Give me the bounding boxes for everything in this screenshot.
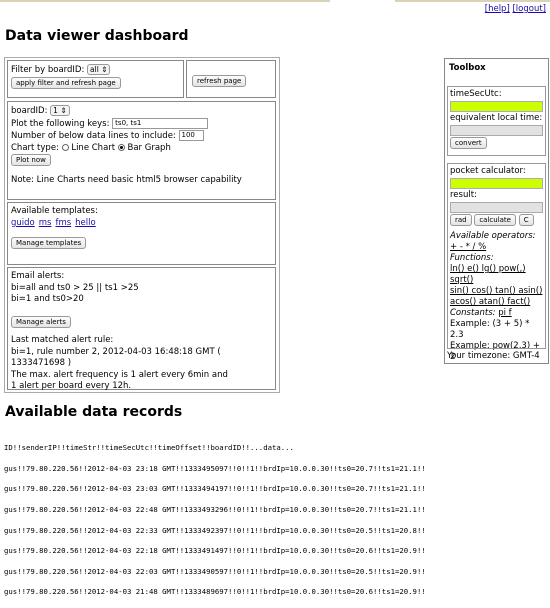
board-id-value: 1	[53, 106, 58, 115]
constants-value: pi f	[498, 308, 512, 318]
example-1: Example: (3 + 5) * 2.3	[450, 319, 530, 340]
time-sec-label: timeSecUtc:	[450, 89, 502, 99]
alerts-panel: Email alerts: bi=all and ts0 > 25 || ts1…	[7, 267, 276, 391]
record-row: gus!!79.80.220.56!!2012-04-03 22:18 GMT!…	[4, 546, 426, 556]
filter-label: Filter by boardID:	[11, 65, 85, 75]
top-divider-right	[395, 0, 550, 2]
html5-note: Note: Line Charts need basic html5 brows…	[11, 174, 242, 185]
alert-rule-2: bi=1 and ts0>20	[11, 294, 84, 304]
bar-graph-label: Bar Graph	[127, 142, 171, 153]
calculate-button[interactable]: calculate	[474, 214, 516, 226]
line-chart-label: Line Chart	[71, 142, 116, 153]
functions-line-1: ln() e() lg() pow(,) sqrt()	[450, 264, 526, 285]
refresh-page-button[interactable]: refresh page	[192, 75, 247, 87]
record-row: gus!!79.80.220.56!!2012-04-03 23:03 GMT!…	[4, 484, 426, 494]
toolbox-title: Toolbox	[449, 63, 486, 73]
operators-value: + - * / %	[450, 242, 487, 252]
manage-templates-button[interactable]: Manage templates	[11, 237, 87, 249]
template-link-hello[interactable]: hello	[75, 218, 96, 228]
functions-label: Functions:	[450, 253, 494, 263]
alert-rule-1: bi=all and ts0 > 25 || ts1 >25	[11, 282, 139, 293]
bar-graph-radio[interactable]	[117, 143, 125, 151]
controls-container: Filter by boardID: all ⇕ apply filter an…	[4, 57, 280, 393]
record-row: gus!!79.80.220.56!!2012-04-03 23:18 GMT!…	[4, 463, 426, 473]
help-link[interactable]: [help]	[485, 4, 510, 14]
logout-link[interactable]: [logout]	[512, 4, 546, 14]
records-list: ID!!senderIP!!timeStr!!timeSecUtc!!timeO…	[4, 433, 550, 608]
record-row: gus!!79.80.220.56!!2012-04-03 21:48 GMT!…	[4, 587, 426, 597]
alerts-label: Email alerts:	[11, 271, 65, 281]
operators-label: Available operators:	[450, 231, 536, 241]
template-link-fms[interactable]: fms	[55, 218, 71, 228]
local-time-label: equivalent local time:	[450, 113, 543, 123]
convert-button[interactable]: convert	[450, 137, 487, 149]
templates-label: Available templates:	[11, 206, 98, 216]
local-time-output	[450, 125, 543, 136]
manage-alerts-button[interactable]: Manage alerts	[11, 315, 71, 328]
calculator-label: pocket calculator:	[450, 166, 526, 176]
time-converter: timeSecUtc: equivalent local time: conve…	[447, 86, 546, 156]
records-title: Available data records	[5, 404, 183, 420]
functions-line-3: acos() atan() fact()	[450, 297, 531, 307]
lines-label: Number of below data lines to include:	[11, 131, 176, 141]
board-filter-value: all	[90, 65, 99, 74]
templates-panel: Available templates: guido ms fms hello Man…	[7, 202, 276, 265]
toolbox: Toolbox timeSecUtc: equivalent local tim…	[444, 58, 549, 364]
timezone-display: Your timezone: GMT-4	[447, 348, 546, 361]
top-links: [help] [logout]	[485, 4, 546, 14]
constants-label: Constants:	[450, 308, 496, 318]
plot-now-button[interactable]: Plot now	[11, 154, 51, 166]
refresh-panel: refresh page	[186, 60, 276, 98]
result-label: result:	[450, 190, 477, 200]
clear-button[interactable]: C	[518, 214, 534, 226]
calculator-input[interactable]	[450, 178, 543, 189]
apply-filter-button[interactable]: apply filter and refresh page	[11, 76, 121, 89]
plot-panel: boardID: 1 ⇕ Plot the following keys: ts…	[7, 101, 276, 200]
functions-line-2: sin() cos() tan() asin()	[450, 286, 543, 296]
board-filter-select[interactable]: all ⇕	[87, 64, 111, 75]
line-chart-radio[interactable]	[61, 143, 69, 151]
last-alert-value: bi=1, rule number 2, 2012-04-03 16:48:18…	[11, 346, 221, 369]
lines-input[interactable]: 100	[178, 130, 204, 141]
pocket-calculator: pocket calculator: result: rad calculate…	[447, 163, 546, 362]
top-divider	[0, 0, 330, 2]
alert-frequency-2: 1 alert per board every 12h.	[11, 381, 132, 391]
rad-button[interactable]: rad	[450, 214, 472, 226]
alert-frequency-1: The max. alert frequency is 1 alert ever…	[11, 369, 228, 380]
keys-label: Plot the following keys:	[11, 118, 110, 129]
template-link-ms[interactable]: ms	[39, 218, 52, 228]
page-title: Data viewer dashboard	[5, 28, 189, 44]
records-header: ID!!senderIP!!timeStr!!timeSecUtc!!timeO…	[4, 443, 294, 453]
chart-type-label: Chart type:	[11, 142, 59, 153]
result-output	[450, 202, 543, 213]
record-row: gus!!79.80.220.56!!2012-04-03 22:33 GMT!…	[4, 525, 426, 535]
template-link-guido[interactable]: guido	[11, 218, 35, 228]
board-id-label: boardID:	[11, 106, 48, 116]
board-id-select[interactable]: 1 ⇕	[50, 105, 70, 116]
keys-input[interactable]: ts0, ts1	[112, 117, 209, 129]
filter-panel: Filter by boardID: all ⇕ apply filter an…	[7, 60, 184, 98]
last-alert-label: Last matched alert rule:	[11, 335, 114, 345]
record-row: gus!!79.80.220.56!!2012-04-03 22:03 GMT!…	[4, 566, 426, 576]
record-row: gus!!79.80.220.56!!2012-04-03 22:48 GMT!…	[4, 505, 426, 515]
time-sec-input[interactable]	[450, 101, 543, 112]
